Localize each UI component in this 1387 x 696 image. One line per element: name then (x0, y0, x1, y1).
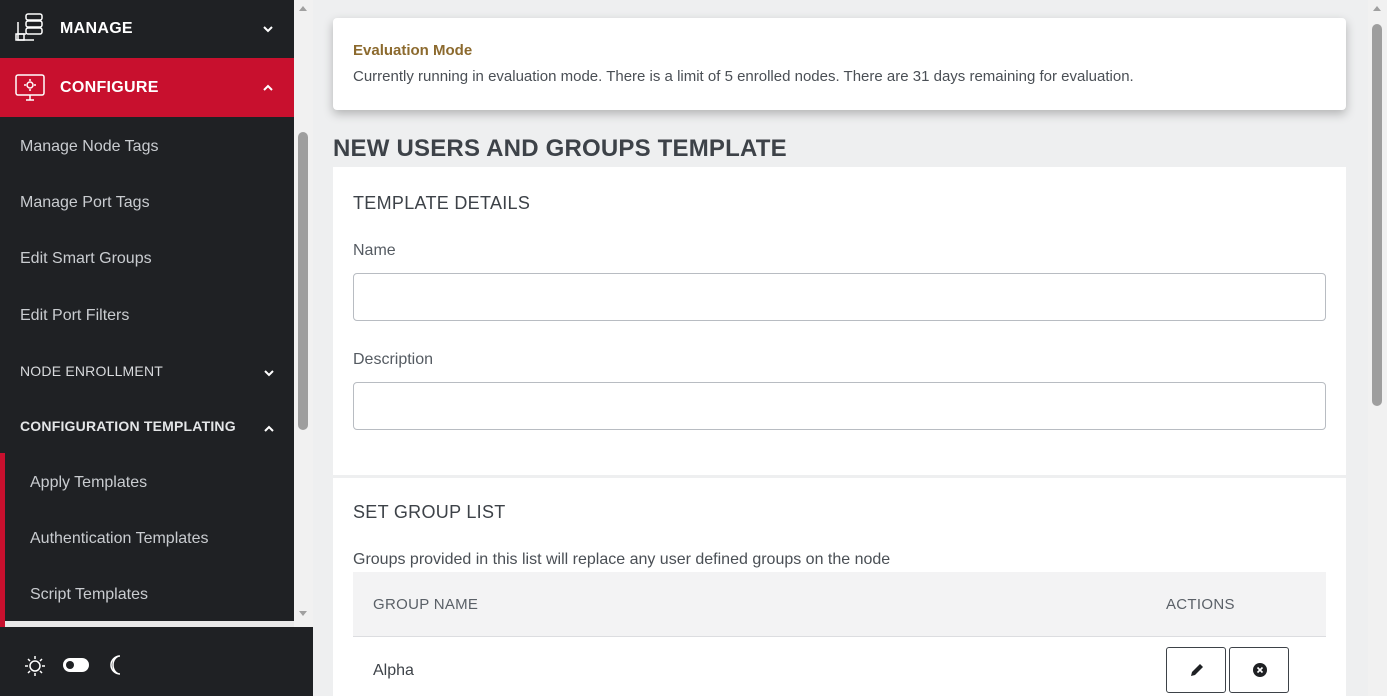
monitor-gear-icon (15, 74, 45, 101)
group-name-cell: Alpha (373, 662, 414, 679)
chevron-up-icon (264, 425, 274, 432)
configure-label: CONFIGURE (60, 78, 159, 96)
evaluation-title: Evaluation Mode (353, 42, 473, 59)
evaluation-text: Currently running in evaluation mode. Th… (353, 68, 1134, 85)
close-circle-icon (1253, 663, 1267, 677)
sidebar-scroll-thumb[interactable] (298, 132, 308, 430)
group-list-heading: SET GROUP LIST (353, 502, 506, 522)
sidebar-item-script-templates[interactable]: Script Templates (30, 586, 148, 604)
group-list-card: SET GROUP LIST Groups provided in this l… (333, 478, 1346, 696)
name-input[interactable] (353, 273, 1326, 321)
theme-switcher (0, 627, 313, 696)
manage-section-header[interactable]: MANAGE (0, 0, 294, 58)
node-enrollment-label: NODE ENROLLMENT (20, 363, 164, 379)
main-scrollbar[interactable] (1368, 0, 1387, 696)
configure-section-header[interactable]: CONFIGURE (0, 58, 294, 117)
name-label: Name (353, 242, 396, 259)
chevron-down-icon (264, 370, 274, 377)
manage-label: MANAGE (60, 20, 133, 37)
scroll-up-arrow-icon[interactable] (1373, 6, 1381, 11)
sidebar-item-authentication-templates[interactable]: Authentication Templates (30, 530, 208, 548)
description-label: Description (353, 351, 434, 368)
template-details-heading: TEMPLATE DETAILS (353, 193, 531, 213)
chevron-down-icon (263, 26, 273, 33)
sidebar-item-manage-port-tags[interactable]: Manage Port Tags (20, 194, 150, 212)
sidebar-item-apply-templates[interactable]: Apply Templates (30, 474, 147, 492)
templating-submenu: Apply Templates Authentication Templates… (0, 453, 294, 627)
chevron-up-icon (263, 84, 273, 91)
description-input[interactable] (353, 382, 1326, 430)
main-scroll-thumb[interactable] (1372, 24, 1382, 406)
table-header: GROUP NAME ACTIONS (353, 572, 1326, 637)
active-indicator (0, 453, 5, 627)
sidebar-item-manage-node-tags[interactable]: Manage Node Tags (20, 138, 158, 156)
configuration-templating-label: CONFIGURATION TEMPLATING (20, 418, 236, 434)
sidebar: MANAGE CONFIGURE Manage Node Tags Manage… (0, 0, 294, 627)
server-stack-icon (15, 13, 43, 41)
sidebar-scrollbar[interactable] (294, 0, 313, 627)
toggle-knob (66, 661, 74, 669)
column-header-group-name: GROUP NAME (373, 596, 479, 613)
sun-icon (25, 656, 45, 676)
sidebar-item-edit-smart-groups[interactable]: Edit Smart Groups (20, 250, 152, 268)
template-details-card: TEMPLATE DETAILS Name Description (333, 167, 1346, 475)
delete-button[interactable] (1229, 647, 1289, 693)
moon-icon (110, 655, 121, 675)
pencil-icon (1191, 664, 1203, 676)
main-content: Evaluation Mode Currently running in eva… (313, 0, 1368, 696)
page-title: NEW USERS AND GROUPS TEMPLATE (333, 135, 787, 162)
sidebar-item-edit-port-filters[interactable]: Edit Port Filters (20, 307, 129, 325)
scroll-up-arrow-icon[interactable] (299, 6, 307, 11)
edit-button[interactable] (1166, 647, 1226, 693)
column-header-actions: ACTIONS (1166, 596, 1235, 613)
group-list-description: Groups provided in this list will replac… (353, 551, 891, 568)
evaluation-banner: Evaluation Mode Currently running in eva… (333, 18, 1346, 110)
theme-toggle[interactable] (63, 658, 89, 672)
scroll-down-arrow-icon[interactable] (299, 611, 307, 616)
